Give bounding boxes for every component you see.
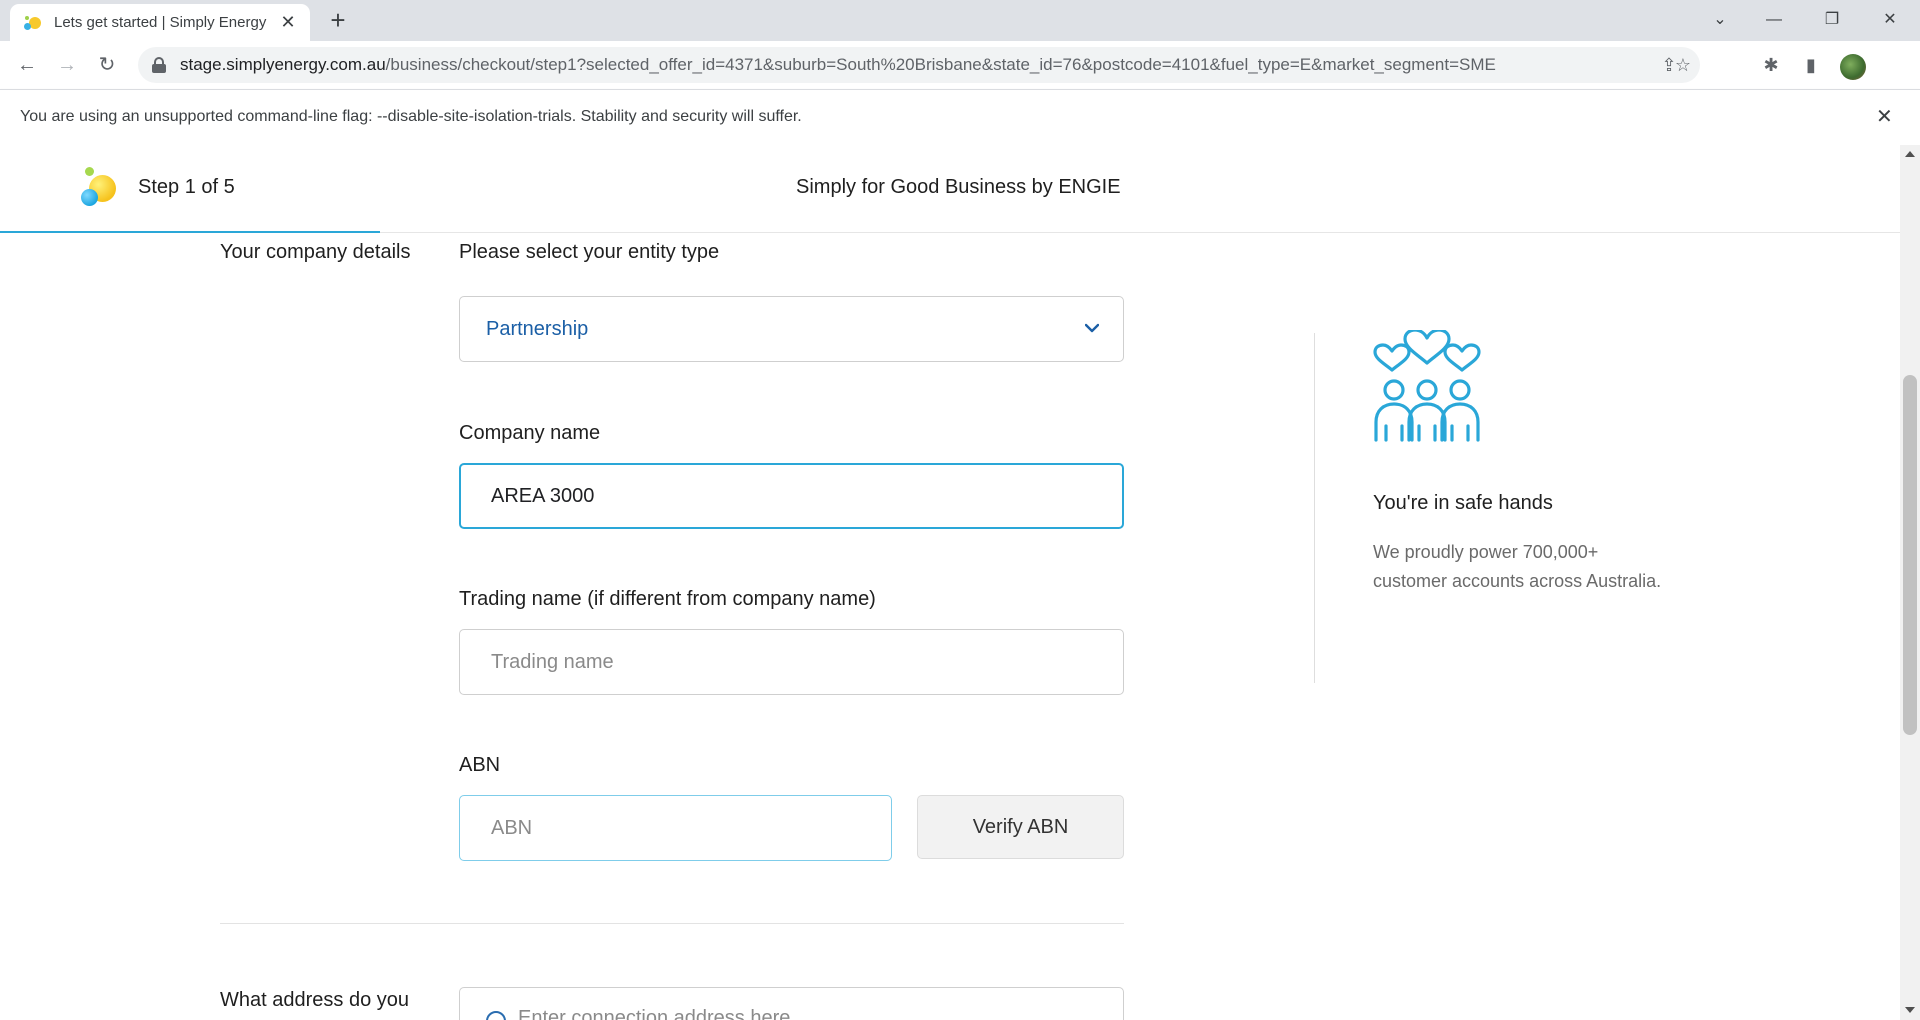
- close-window-button[interactable]: ✕: [1870, 6, 1910, 34]
- back-button[interactable]: ←: [12, 50, 42, 80]
- abn-input[interactable]: [459, 795, 892, 861]
- trading-name-label: Trading name (if different from company …: [459, 588, 876, 610]
- scroll-up-arrow-icon[interactable]: [1905, 151, 1915, 157]
- abn-label: ABN: [459, 754, 501, 776]
- minimize-button[interactable]: —: [1754, 6, 1794, 34]
- new-tab-button[interactable]: +: [324, 6, 352, 34]
- reload-button[interactable]: ↻: [92, 50, 122, 80]
- verify-abn-button[interactable]: Verify ABN: [917, 795, 1124, 859]
- brand-title: Simply for Good Business by ENGIE: [796, 176, 1121, 198]
- page-content: Step 1 of 5 Simply for Good Business by …: [0, 145, 1920, 1020]
- company-name-label: Company name: [459, 422, 601, 444]
- scroll-down-arrow-icon[interactable]: [1905, 1007, 1915, 1013]
- entity-type-select[interactable]: Partnership: [459, 296, 1124, 362]
- infobar-message: You are using an unsupported command-lin…: [20, 108, 802, 125]
- aside-divider: [1314, 333, 1315, 683]
- side-panel-icon[interactable]: ▮: [1796, 50, 1826, 80]
- connection-address-input[interactable]: Enter connection address here: [459, 987, 1124, 1020]
- warning-infobar: You are using an unsupported command-lin…: [0, 89, 1920, 145]
- address-bar[interactable]: stage.simplyenergy.com.au/business/check…: [138, 47, 1700, 83]
- tab-title: Lets get started | Simply Energy: [54, 14, 267, 31]
- section-divider: [220, 923, 1124, 924]
- simply-energy-logo-icon: [80, 165, 120, 207]
- browser-tab[interactable]: Lets get started | Simply Energy ✕: [10, 4, 310, 41]
- tab-close-icon[interactable]: ✕: [278, 12, 298, 33]
- bookmark-star-icon[interactable]: ☆: [1668, 50, 1698, 80]
- checkout-header: Step 1 of 5 Simply for Good Business by …: [0, 145, 1900, 233]
- entity-type-value: Partnership: [486, 317, 589, 340]
- restore-button[interactable]: ❐: [1812, 6, 1852, 34]
- step-indicator: Step 1 of 5: [138, 176, 235, 198]
- section-address: What address do you: [220, 989, 409, 1011]
- people-hearts-icon: [1373, 330, 1481, 442]
- infobar-close-icon[interactable]: ✕: [1876, 104, 1893, 129]
- section-company-details: Your company details: [220, 241, 411, 263]
- simply-energy-favicon-icon: [22, 13, 42, 33]
- safe-hands-title: You're in safe hands: [1373, 492, 1553, 514]
- lock-icon: [152, 57, 166, 73]
- chevron-down-icon: [1085, 323, 1099, 333]
- search-icon: [486, 1011, 506, 1020]
- browser-toolbar: ← → ↻ stage.simplyenergy.com.au/business…: [0, 41, 1920, 89]
- safe-hands-body: We proudly power 700,000+ customer accou…: [1373, 542, 1662, 591]
- profile-avatar[interactable]: [1840, 54, 1866, 80]
- tab-search-chevron-icon[interactable]: ⌄: [1700, 6, 1740, 34]
- entity-type-label: Please select your entity type: [459, 241, 720, 263]
- trading-name-input[interactable]: [459, 629, 1124, 695]
- tab-strip: Lets get started | Simply Energy ✕ + ⌄ —…: [0, 0, 1920, 41]
- forward-button[interactable]: →: [52, 50, 82, 80]
- url-text: stage.simplyenergy.com.au/business/check…: [180, 55, 1496, 74]
- address-placeholder: Enter connection address here: [518, 1007, 791, 1020]
- scrollbar-thumb[interactable]: [1903, 375, 1917, 735]
- page-scrollbar[interactable]: [1900, 145, 1920, 1020]
- company-name-input[interactable]: [459, 463, 1124, 529]
- extensions-puzzle-icon[interactable]: ✱: [1756, 50, 1786, 80]
- step-progress-bar: [0, 231, 380, 233]
